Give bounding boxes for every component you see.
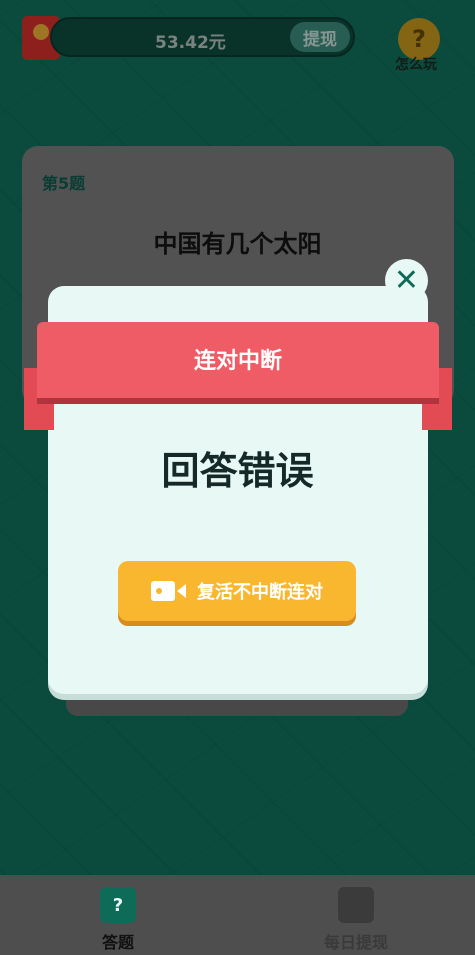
wallet-icon (338, 887, 374, 923)
close-icon[interactable]: ✕ (385, 259, 428, 302)
ribbon-title: 连对中断 (193, 349, 282, 374)
bottom-nav: ? 答题 每日提现 (0, 875, 475, 955)
revive-label: 复活不中断连对 (197, 582, 323, 603)
result-title: 回答错误 (161, 449, 314, 493)
nav-label-quiz: 答题 (101, 933, 134, 952)
video-camera-icon (151, 581, 186, 601)
revive-button[interactable]: 复活不中断连对 (118, 561, 356, 621)
nav-item-quiz[interactable]: ? 答题 (48, 875, 188, 955)
question-icon: ? (100, 887, 136, 923)
nav-item-daily-withdraw[interactable]: 每日提现 (286, 875, 426, 955)
nav-label-daily-withdraw: 每日提现 (323, 933, 388, 952)
